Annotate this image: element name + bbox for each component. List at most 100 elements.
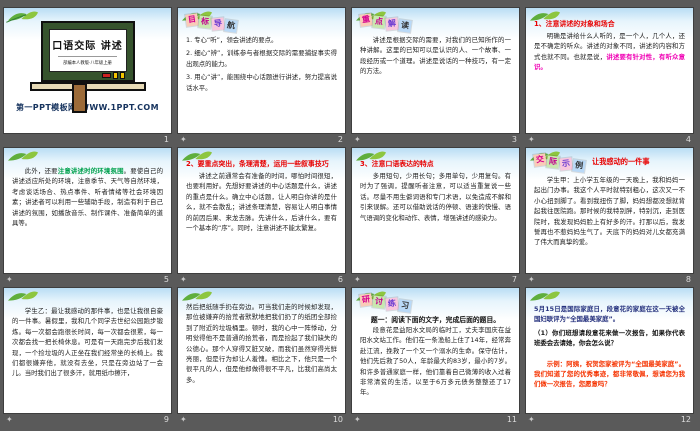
slide-meta: ✦ 9 <box>4 413 171 427</box>
slide-thumbnail-4[interactable]: 1、注意讲述的对象和场合 明确是讲给什么人听的，是一个人，几个人，还是不确定的听… <box>526 8 693 133</box>
leaf-decoration-icon <box>182 151 212 161</box>
chalk-eraser-icon <box>101 73 111 78</box>
chalk-tray <box>29 82 146 91</box>
animation-star-icon[interactable]: ✦ <box>6 273 13 287</box>
slide-thumbnail-6[interactable]: 2、要重点突出，条理清楚，运用一些叙事技巧 讲述之前通常会有准备的时间，哪怕时间… <box>178 148 345 273</box>
chalk-stick-icon <box>112 72 118 79</box>
chalk-tray-items <box>49 72 127 79</box>
slide-meta: ✦ 8 <box>526 273 693 287</box>
slide-cell-6: 2、要重点突出，条理清楚，运用一些叙事技巧 讲述之前通常会有准备的时间，哪怕时间… <box>178 148 345 288</box>
slide-cell-5: 此外，还要注意讲述时的环境氛围。要使自己的讲述适应所处的环境，注意季节、天气等自… <box>4 148 171 288</box>
slide-meta: ✦ 1 <box>4 133 171 147</box>
animation-star-icon[interactable]: ✦ <box>180 133 187 147</box>
slide-number: 3 <box>511 135 517 144</box>
body-text: 讲述之前通常会有准备的时间，哪怕时间很短，也要利用好。先想好要讲述的中心话题是什… <box>186 172 337 232</box>
highlight-segment: 注意讲述时的环境氛围 <box>57 167 124 175</box>
slide-thumbnail-3[interactable]: 重 点 解 读 讲述是根据交际的需要，对我们的已知所作的一种讲解。这里的已知可以… <box>352 8 519 133</box>
header-tile: 讨 <box>372 295 386 309</box>
slide-meta: ✦ 6 <box>178 273 345 287</box>
animation-star-icon[interactable]: ✦ <box>354 133 361 147</box>
animation-star-icon[interactable]: ✦ <box>180 413 187 427</box>
body-text: 明确是讲给什么人听的，是一个人，几个人，还是不确定的听众。讲述的对象不同，讲述的… <box>534 31 685 73</box>
title-slide-content: 口语交际 讲述 部编本人教版·八年级上册 第一PPT模板网-WWW.1PPT.C… <box>12 21 163 133</box>
body-segment: 此外，还要 <box>24 167 58 175</box>
slide-grid: 口语交际 讲述 部编本人教版·八年级上册 第一PPT模板网-WWW.1PPT.C… <box>4 8 696 428</box>
animation-star-icon[interactable]: ✦ <box>6 413 13 427</box>
header-tile: 解 <box>385 17 399 31</box>
goal-item: 3. 用心“讲”，能围绕中心话题进行讲述，努力提高说话水平。 <box>186 73 337 92</box>
animation-star-icon[interactable]: ✦ <box>528 133 535 147</box>
section-header-tiles: 重 点 解 读 <box>359 13 511 33</box>
slide-thumbnail-12[interactable]: 5月15日是国际家庭日，段意花的家庭在这一天被全国妇联评为“全国最美家庭”。 （… <box>526 288 693 413</box>
body-text: 学生乙：最让我感动的那件事，也是让我很自豪的一件事。暑假里，我和几个同学去世纪公… <box>12 307 163 378</box>
header-tile: 航 <box>224 19 238 33</box>
slide-meta: ✦ 11 <box>352 413 519 427</box>
slide-cell-11: 研 讨 练 习 题一：阅读下面的文字，完成后面的题目。 段意花是益阳水文局的临时… <box>352 288 519 428</box>
slide-thumbnail-2[interactable]: 目 标 导 航 1. 专心“听”，领会讲述的要点。 2. 细心“辨”，训练参与者… <box>178 8 345 133</box>
body-text: 讲述是根据交际的需要，对我们的已知所作的一种讲解。这里的已知可以是认识的人、一个… <box>360 36 511 76</box>
animation-star-icon[interactable]: ✦ <box>528 413 535 427</box>
slide-thumbnail-7[interactable]: 3、注意口语表达的特点 多用短句，少用长句；多用单句，少用复句。有时为了强调，提… <box>352 148 519 273</box>
slide-thumbnail-8[interactable]: 交 际 示 例 让我感动的一件事 学生甲：上小学五年级的一天晚上，我和妈妈一起出… <box>526 148 693 273</box>
section-header-tiles: 交 际 示 例 让我感动的一件事 <box>533 153 685 173</box>
slide-number: 8 <box>685 275 691 284</box>
header-tile: 示 <box>559 157 573 171</box>
slide-cell-4: 1、注意讲述的对象和场合 明确是讲给什么人听的，是一个人，几个人，还是不确定的听… <box>526 8 693 148</box>
slide-cell-9: 学生乙：最让我感动的那件事，也是让我很自豪的一件事。暑假里，我和几个同学去世纪公… <box>4 288 171 428</box>
presentation-title: 口语交际 讲述 <box>52 41 123 52</box>
header-tile: 交 <box>533 153 547 167</box>
header-tile: 目 <box>185 13 199 27</box>
body-text: 多用短句，少用长句；多用单句，少用复句。有时为了强调，提醒听者注意，可以适当重复… <box>360 172 511 222</box>
chalk-stick-icon <box>119 72 125 79</box>
slide-number: 5 <box>163 275 169 284</box>
slide-number: 12 <box>680 415 691 424</box>
slide-number: 6 <box>337 275 343 284</box>
slide-thumbnail-9[interactable]: 学生乙：最让我感动的那件事，也是让我很自豪的一件事。暑假里，我和几个同学去世纪公… <box>4 288 171 413</box>
header-tile: 重 <box>359 13 373 27</box>
slide-cell-7: 3、注意口语表达的特点 多用短句，少用长句；多用单句，少用复句。有时为了强调，提… <box>352 148 519 288</box>
slide-meta: ✦ 2 <box>178 133 345 147</box>
slide-number: 2 <box>337 135 343 144</box>
animation-star-icon[interactable]: ✦ <box>354 273 361 287</box>
body-text: 然后把纸随手扔在旁边。可当我们走的时候却发现，那位被嫌弃的拾荒者默默地把我们扔了… <box>186 303 337 384</box>
slide-cell-8: 交 际 示 例 让我感动的一件事 学生甲：上小学五年级的一天晚上，我和妈妈一起出… <box>526 148 693 288</box>
goal-item: 1. 专心“听”，领会讲述的要点。 <box>186 36 278 44</box>
slide-thumbnail-10[interactable]: 然后把纸随手扔在旁边。可当我们走的时候却发现，那位被嫌弃的拾荒者默默地把我们扔了… <box>178 288 345 413</box>
body-text: 此外，还要注意讲述时的环境氛围。要使自己的讲述适应所处的环境，注意季节、天气等自… <box>12 166 163 228</box>
blackboard-panel: 口语交际 讲述 部编本人教版·八年级上册 <box>48 29 127 72</box>
header-tile: 例 <box>572 159 586 173</box>
header-tile: 读 <box>398 19 412 33</box>
animation-star-icon[interactable]: ✦ <box>180 273 187 287</box>
slide-cell-1: 口语交际 讲述 部编本人教版·八年级上册 第一PPT模板网-WWW.1PPT.C… <box>4 8 171 148</box>
header-tile: 研 <box>359 293 373 307</box>
slide-number: 10 <box>332 415 343 424</box>
blackboard: 口语交际 讲述 部编本人教版·八年级上册 <box>40 21 135 82</box>
slide-thumbnail-5[interactable]: 此外，还要注意讲述时的环境氛围。要使自己的讲述适应所处的环境，注意季节、天气等自… <box>4 148 171 273</box>
slide-thumbnail-11[interactable]: 研 讨 练 习 题一：阅读下面的文字，完成后面的题目。 段意花是益阳水文局的临时… <box>352 288 519 413</box>
slide-number: 7 <box>511 275 517 284</box>
slide-meta: ✦ 12 <box>526 413 693 427</box>
sample-answer: 示例：阿姨，祝贺您家被评为“全国最美家庭”。我们知道了您的优秀事迹，都非常敬佩，… <box>534 359 685 389</box>
body-text: 段意花是益阳水文局的临时工，丈夫李国庆在益阳水文站工作。他们在一条渔船上住了14… <box>360 326 511 397</box>
example-title: 让我感动的一件事 <box>592 157 650 166</box>
animation-star-icon[interactable]: ✦ <box>528 273 535 287</box>
slide-number: 9 <box>163 415 169 424</box>
slide-meta: ✦ 5 <box>4 273 171 287</box>
slide-cell-2: 目 标 导 航 1. 专心“听”，领会讲述的要点。 2. 细心“辨”，训练参与者… <box>178 8 345 148</box>
goal-item: 2. 细心“辨”，训练参与者根据交际的需要捕捉事实得出观点的能力。 <box>186 49 337 68</box>
slide-cell-10: 然后把纸随手扔在旁边。可当我们走的时候却发现，那位被嫌弃的拾荒者默默地把我们扔了… <box>178 288 345 428</box>
header-tile: 点 <box>372 15 386 29</box>
header-tile: 习 <box>398 299 412 313</box>
header-tile: 练 <box>385 297 399 311</box>
animation-star-icon[interactable]: ✦ <box>354 413 361 427</box>
header-tile: 标 <box>198 15 212 29</box>
slide-meta: ✦ 3 <box>352 133 519 147</box>
exercise-intro: 5月15日是国际家庭日，段意花的家庭在这一天被全国妇联评为“全国最美家庭”。 <box>534 305 685 324</box>
slide-cell-3: 重 点 解 读 讲述是根据交际的需要，对我们的已知所作的一种讲解。这里的已知可以… <box>352 8 519 148</box>
title-divider <box>57 56 118 57</box>
slide-number: 1 <box>163 135 169 144</box>
slide-meta: ✦ 7 <box>352 273 519 287</box>
slide-thumbnail-1[interactable]: 口语交际 讲述 部编本人教版·八年级上册 第一PPT模板网-WWW.1PPT.C… <box>4 8 171 133</box>
leaf-decoration-icon <box>8 151 38 161</box>
goal-list: 1. 专心“听”，领会讲述的要点。 2. 细心“辨”，训练参与者根据交际的需要捕… <box>186 35 337 93</box>
